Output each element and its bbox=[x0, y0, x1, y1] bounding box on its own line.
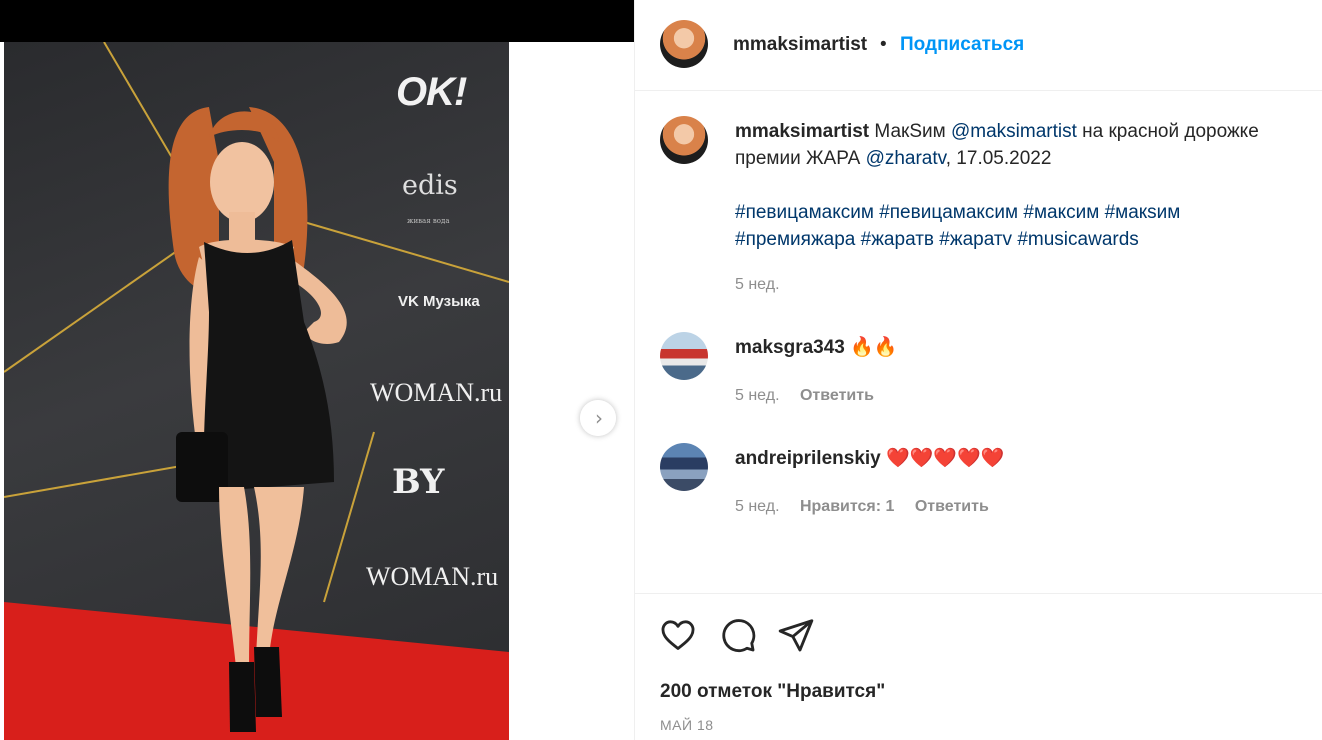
comment-time[interactable]: 5 нед. bbox=[735, 498, 780, 515]
post-header: mmaksimartist • Подписаться bbox=[635, 0, 1322, 91]
mention-link[interactable]: @maksimartist bbox=[951, 121, 1077, 142]
caption-author-avatar[interactable] bbox=[660, 116, 708, 164]
hashtag-link[interactable]: #жаратв bbox=[861, 229, 934, 250]
author-avatar[interactable] bbox=[660, 20, 708, 68]
caption-text-part: МакSим bbox=[874, 121, 946, 142]
author-username[interactable]: mmaksimartist bbox=[733, 34, 867, 56]
comment-meta: 5 нед. Ответить bbox=[735, 387, 874, 405]
heart-icon[interactable] bbox=[659, 616, 697, 654]
share-icon[interactable] bbox=[777, 616, 815, 654]
mention-link[interactable]: @zharatv bbox=[866, 148, 946, 169]
vk-music-logo: VK Музыка bbox=[398, 293, 480, 310]
hashtag-link[interactable]: #макsим bbox=[1105, 202, 1181, 223]
likes-count[interactable]: 200 отметок "Нравится" bbox=[660, 681, 885, 703]
gold-line bbox=[303, 221, 509, 283]
comment-content: ❤️❤️❤️❤️❤️ bbox=[886, 448, 1005, 469]
header-separator: • bbox=[880, 34, 887, 55]
edis-logo: edis bbox=[402, 170, 458, 201]
post-date: МАЙ 18 bbox=[660, 717, 714, 733]
hashtag-link[interactable]: #жаратv bbox=[939, 229, 1012, 250]
woman-ru-logo: WOMAN.ru bbox=[370, 378, 503, 407]
caption-username[interactable]: mmaksimartist bbox=[735, 121, 869, 142]
chevron-right-icon: › bbox=[595, 406, 603, 430]
commenter-avatar[interactable] bbox=[660, 332, 708, 380]
comment-icon[interactable] bbox=[719, 616, 757, 654]
reply-button[interactable]: Ответить bbox=[800, 387, 874, 404]
hashtag-link[interactable]: #певицамаксим bbox=[879, 202, 1018, 223]
media-top-bar bbox=[0, 0, 634, 42]
comment-text: andreiprilenskiy ❤️❤️❤️❤️❤️ bbox=[735, 445, 1315, 472]
reply-button[interactable]: Ответить bbox=[915, 498, 989, 515]
hashtag-link[interactable]: #премияжара bbox=[735, 229, 855, 250]
caption-text-part: , 17.05.2022 bbox=[945, 148, 1052, 169]
comment-likes-button[interactable]: Нравится: 1 bbox=[800, 498, 894, 515]
comments-list[interactable]: mmaksimartist МакSим @maksimartist на кр… bbox=[635, 92, 1322, 592]
edis-logo-subtitle: живая вода bbox=[407, 217, 450, 225]
follow-button[interactable]: Подписаться bbox=[900, 34, 1024, 56]
comment-username[interactable]: maksgra343 bbox=[735, 337, 845, 358]
post-actions: 200 отметок "Нравится" МАЙ 18 bbox=[635, 593, 1322, 740]
woman-ru-logo: WOMAN.ru bbox=[366, 562, 499, 591]
gold-line bbox=[4, 231, 205, 373]
comment-username[interactable]: andreiprilenskiy bbox=[735, 448, 881, 469]
caption-time[interactable]: 5 нед. bbox=[735, 276, 780, 293]
comment-time[interactable]: 5 нед. bbox=[735, 387, 780, 404]
ok-logo: OK! bbox=[396, 70, 467, 114]
media-panel: OK! edis живая вода VK Музыка WOMAN.ru B… bbox=[0, 0, 634, 740]
caption-meta: 5 нед. bbox=[735, 276, 780, 294]
comment-meta: 5 нед. Нравится: 1 Ответить bbox=[735, 498, 989, 516]
by-logo: BY bbox=[392, 462, 445, 502]
commenter-avatar[interactable] bbox=[660, 443, 708, 491]
next-photo-button[interactable]: › bbox=[580, 400, 616, 436]
hashtag-link[interactable]: #musicawards bbox=[1017, 229, 1138, 250]
hashtag-link[interactable]: #максим bbox=[1023, 202, 1099, 223]
comment-content: 🔥🔥 bbox=[850, 337, 898, 358]
post-photo[interactable]: OK! edis живая вода VK Музыка WOMAN.ru B… bbox=[4, 42, 509, 740]
post-side-panel: mmaksimartist • Подписаться mmaksimartis… bbox=[634, 0, 1322, 740]
caption-text: mmaksimartist МакSим @maksimartist на кр… bbox=[735, 118, 1315, 253]
comment-text: maksgra343 🔥🔥 bbox=[735, 334, 1315, 361]
gold-line bbox=[4, 461, 205, 498]
hashtag-link[interactable]: #певицамаксим bbox=[735, 202, 874, 223]
